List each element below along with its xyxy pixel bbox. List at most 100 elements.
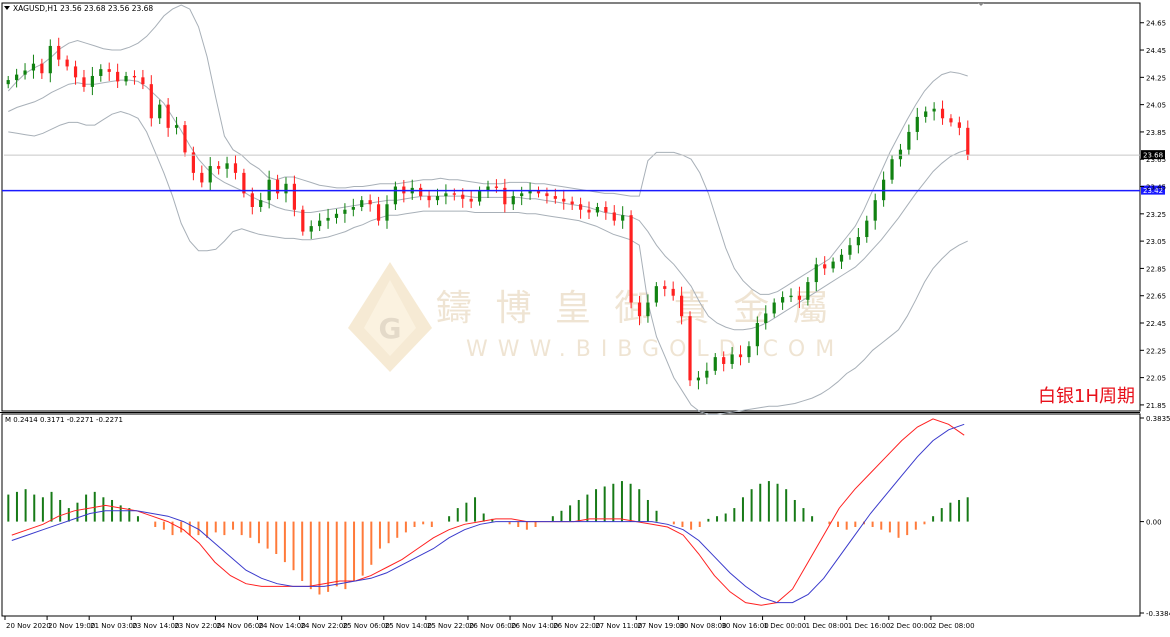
candle-body	[713, 357, 717, 371]
candle-body	[452, 193, 456, 195]
price-tick-label: 24.65	[1146, 20, 1166, 28]
candle-body	[595, 207, 600, 213]
candle-body	[132, 75, 137, 78]
candle-body	[225, 163, 229, 169]
candle-body	[856, 237, 860, 246]
candle-body	[924, 111, 928, 117]
time-tick-label: 30 Nov 16:00	[721, 622, 768, 630]
candle-body	[848, 245, 852, 255]
time-tick-label: 30 Nov 08:00	[679, 622, 726, 630]
candle-body	[545, 193, 549, 197]
candle-body	[259, 200, 263, 207]
candle-body	[806, 282, 810, 300]
candle-body	[730, 354, 734, 364]
time-tick-label: 24 Nov 06:00	[216, 622, 263, 630]
candle-body	[200, 172, 204, 183]
candle-body	[217, 166, 221, 169]
candle-body	[764, 313, 768, 324]
candle-body	[40, 63, 44, 74]
candle-body	[823, 264, 827, 269]
candle-body	[621, 215, 625, 221]
candle-body	[940, 108, 945, 119]
candle-body	[427, 196, 431, 201]
candle-body	[292, 183, 296, 210]
macd-tick-label: 0.3835	[1146, 415, 1170, 423]
time-tick-label: 20 Nov 2020	[6, 622, 51, 630]
candle-body	[15, 74, 19, 81]
candle-body	[755, 323, 759, 347]
candle-body	[705, 370, 709, 378]
candle-body	[82, 77, 86, 87]
candle-body	[149, 84, 153, 119]
candle-body	[73, 66, 78, 78]
candle-body	[957, 122, 961, 128]
candle-body	[158, 104, 162, 119]
time-tick-label: 26 Nov 06:00	[469, 622, 516, 630]
candle-body	[553, 196, 557, 199]
candle-body	[578, 204, 583, 210]
candle-body	[865, 220, 869, 238]
time-tick-label: 27 Nov 19:00	[637, 622, 684, 630]
candle-body	[360, 200, 364, 207]
time-tick-label: 1 Dec 00:00	[764, 622, 807, 630]
candle-body	[326, 217, 330, 221]
time-tick-label: 24 Nov 14:00	[259, 622, 306, 630]
chart-canvas[interactable]: G 鑄 博 皇 御 貴 金 屬 WWW.BIBGOLD.COM 23.6823.…	[0, 0, 1170, 633]
candle-body	[469, 198, 473, 202]
time-tick-label: 2 Dec 00:00	[890, 622, 933, 630]
price-tick-label: 22.05	[1146, 375, 1166, 383]
price-tick-label: 23.25	[1146, 211, 1166, 219]
candle-body	[233, 163, 238, 173]
time-tick-label: 25 Nov 06:00	[343, 622, 390, 630]
candle-body	[562, 198, 566, 202]
candle-body	[604, 207, 608, 213]
candle-body	[915, 116, 919, 132]
candle-body	[334, 213, 339, 218]
price-tick-label: 23.85	[1146, 129, 1166, 137]
candle-body	[907, 131, 911, 150]
candle-body	[688, 316, 692, 381]
candle-body	[309, 226, 313, 232]
time-tick-label: 23 Nov 22:00	[174, 622, 221, 630]
candle-body	[629, 215, 633, 303]
price-tick-label: 23.05	[1146, 238, 1166, 246]
price-tick-label: 22.65	[1146, 293, 1166, 301]
price-tick-label: 22.25	[1146, 347, 1166, 355]
candle-body	[444, 193, 448, 197]
candle-body	[99, 69, 103, 76]
logo-letter: G	[379, 312, 402, 345]
candle-body	[722, 357, 726, 364]
candle-body	[890, 159, 894, 180]
candle-body	[116, 71, 120, 82]
price-tick-label: 21.85	[1146, 402, 1166, 410]
candle-body	[393, 186, 398, 205]
candle-body	[23, 70, 27, 75]
candle-body	[966, 127, 970, 156]
candle-body	[183, 125, 187, 153]
candle-body	[124, 75, 128, 82]
price-tick-label: 22.85	[1146, 265, 1166, 273]
price-tick-label: 23.45	[1146, 184, 1166, 192]
time-tick-label: 24 Nov 22:00	[301, 622, 348, 630]
symbol-header: XAGUSD,H1 23.56 23.68 23.56 23.68	[13, 4, 153, 13]
macd-tick-label: 0.00	[1146, 519, 1162, 527]
candle-body	[587, 209, 591, 213]
time-tick-label: 23 Nov 14:00	[132, 622, 179, 630]
candle-body	[57, 45, 61, 60]
time-axis[interactable]: 20 Nov 202020 Nov 19:0021 Nov 03:0023 No…	[4, 616, 975, 630]
candle-body	[107, 69, 111, 72]
price-tick-label: 23.65	[1146, 156, 1166, 164]
time-tick-label: 1 Dec 08:00	[806, 622, 849, 630]
candle-body	[873, 200, 877, 221]
candle-body	[654, 286, 658, 303]
candle-body	[570, 201, 574, 205]
price-axis[interactable]: 24.65 24.45 24.25 24.05 23.85 23.65 23.45 23.25…	[1140, 20, 1166, 410]
macd-axis[interactable]: 0.3835 0.00 -0.3384	[1140, 415, 1170, 618]
trading-chart-window[interactable]: G 鑄 博 皇 御 貴 金 屬 WWW.BIBGOLD.COM 23.68 23.…	[0, 0, 1170, 633]
candle-body	[90, 75, 94, 87]
candle-body	[747, 346, 751, 358]
candle-body	[174, 125, 179, 128]
candle-body	[789, 295, 793, 298]
candle-body	[511, 196, 515, 205]
candle-body	[284, 183, 288, 194]
